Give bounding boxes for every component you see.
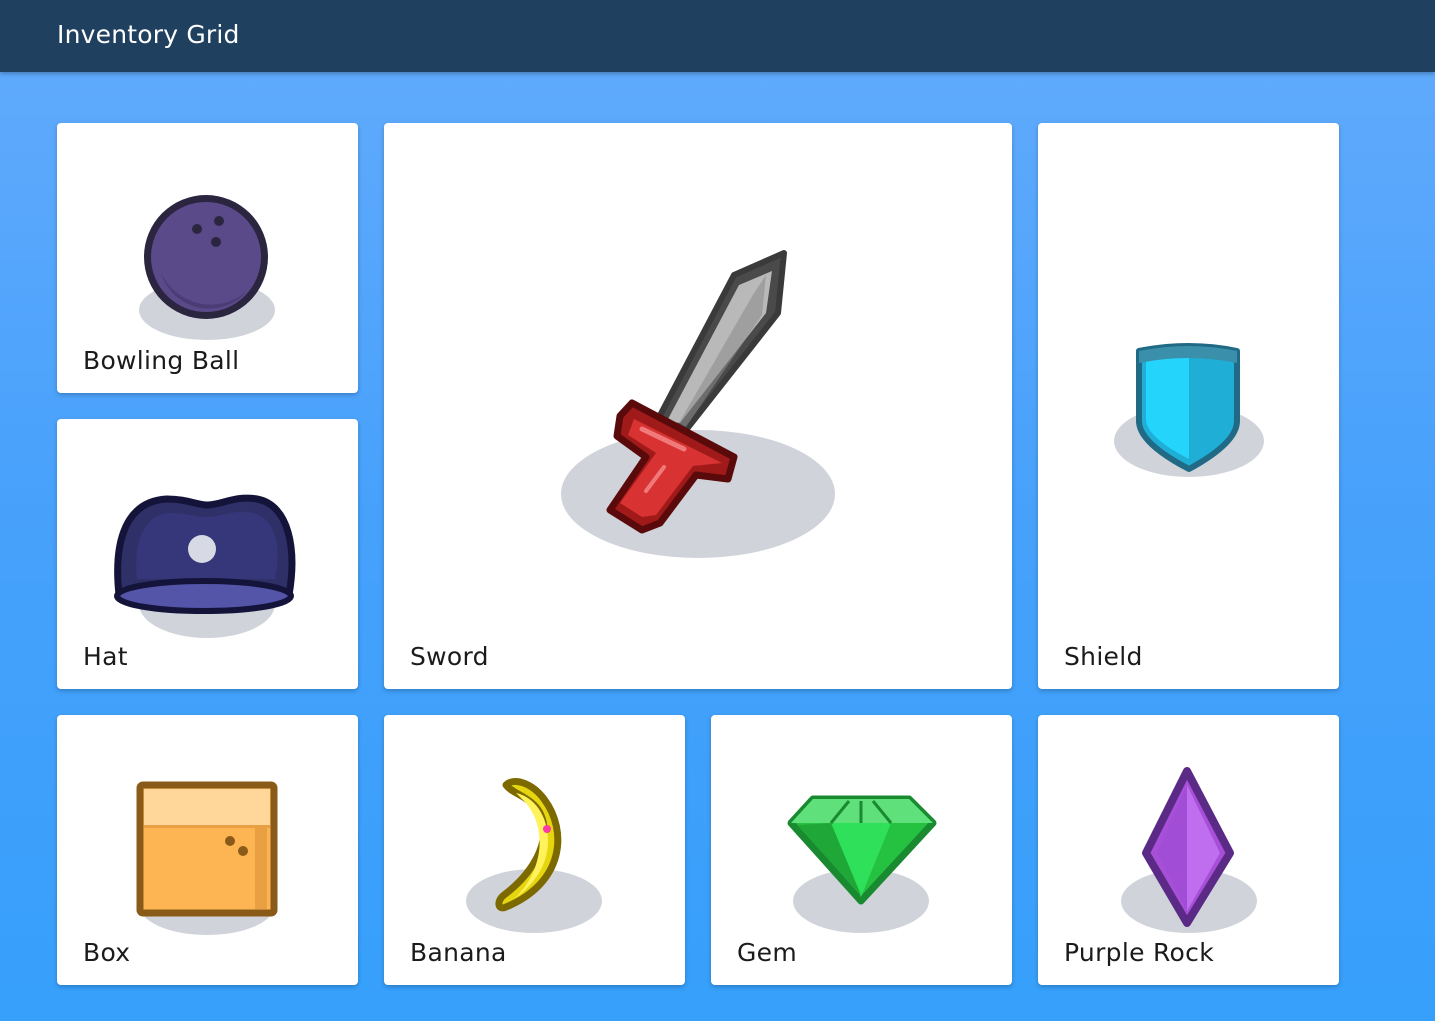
item-label: Bowling Ball bbox=[83, 346, 240, 375]
item-card-shield[interactable]: Shield bbox=[1038, 123, 1339, 689]
item-label: Sword bbox=[410, 642, 489, 671]
item-card-bowling-ball[interactable]: Bowling Ball bbox=[57, 123, 358, 393]
item-card-box[interactable]: Box bbox=[57, 715, 358, 985]
item-label: Shield bbox=[1064, 642, 1143, 671]
item-label: Box bbox=[83, 938, 131, 967]
item-card-purple-rock[interactable]: Purple Rock bbox=[1038, 715, 1339, 985]
app-title: Inventory Grid bbox=[57, 20, 240, 49]
item-label: Hat bbox=[83, 642, 128, 671]
item-label: Gem bbox=[737, 938, 798, 967]
item-card-banana[interactable]: Banana bbox=[384, 715, 685, 985]
item-card-hat[interactable]: Hat bbox=[57, 419, 358, 689]
item-label: Purple Rock bbox=[1064, 938, 1214, 967]
sword-icon bbox=[561, 250, 835, 558]
item-card-gem[interactable]: Gem bbox=[711, 715, 1012, 985]
shield-icon bbox=[1114, 343, 1264, 477]
app-header: Inventory Grid bbox=[0, 0, 1435, 72]
item-card-sword[interactable]: Sword bbox=[384, 123, 1012, 689]
item-label: Banana bbox=[410, 938, 507, 967]
